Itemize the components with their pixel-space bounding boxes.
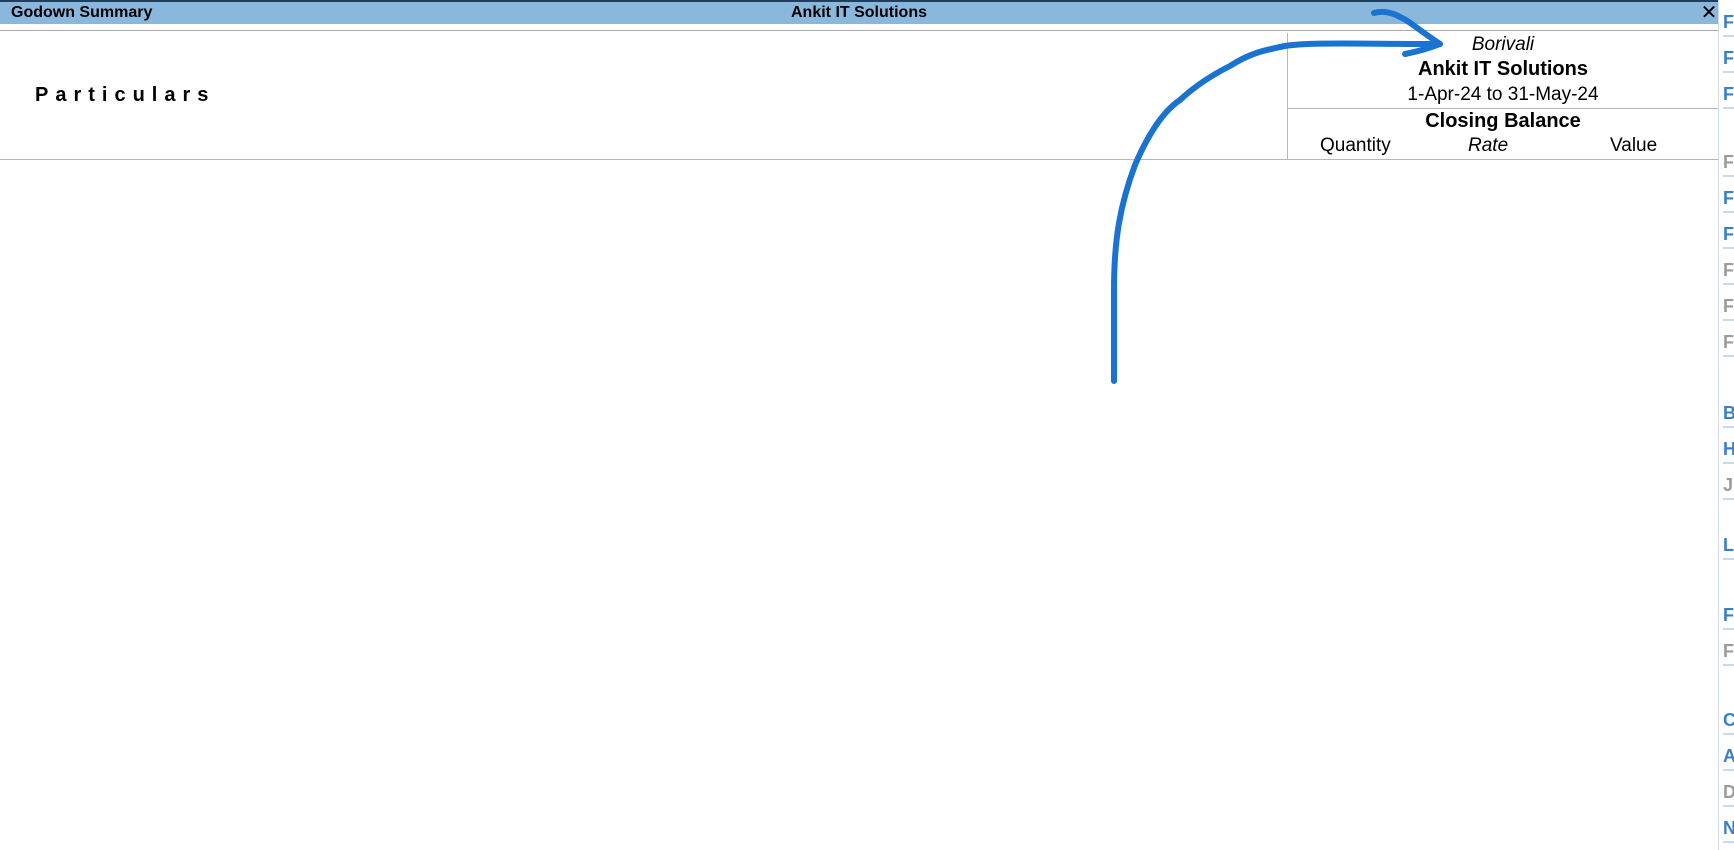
button-bar-item[interactable]: F	[1723, 79, 1734, 109]
value-column-header: Value	[1610, 135, 1658, 156]
button-bar-item[interactable]: F	[1723, 147, 1734, 177]
button-bar-item[interactable]: F	[1723, 291, 1734, 321]
button-bar-item[interactable]: F	[1723, 43, 1734, 73]
closing-balance-header: Closing Balance	[1425, 110, 1581, 132]
title-divider	[0, 30, 1718, 31]
button-bar-item[interactable]: C	[1723, 705, 1734, 735]
title-bar: Godown Summary Ankit IT Solutions ✕	[0, 0, 1718, 24]
company-name: Ankit IT Solutions	[1418, 58, 1588, 80]
button-bar-item[interactable]: F	[1723, 219, 1734, 249]
particulars-header: Particulars	[35, 84, 216, 106]
button-bar-item[interactable]: F	[1723, 7, 1734, 37]
button-bar-item[interactable]: A	[1723, 741, 1734, 771]
button-bar-item[interactable]: F	[1723, 327, 1734, 357]
report-period: 1-Apr-24 to 31-May-24	[1407, 84, 1599, 105]
close-icon[interactable]: ✕	[1700, 3, 1718, 24]
tally-godown-summary-screen: Godown Summary Ankit IT Solutions ✕ Part…	[0, 0, 1734, 850]
header-bottom-divider	[0, 159, 1718, 160]
button-bar-item[interactable]: F	[1723, 183, 1734, 213]
godown-name[interactable]: Borivali	[1288, 34, 1718, 56]
button-bar-item[interactable]: F	[1723, 600, 1734, 630]
button-bar-item[interactable]: B	[1723, 398, 1734, 428]
quantity-column-header: Quantity	[1320, 135, 1391, 156]
button-bar-item[interactable]: D	[1723, 777, 1734, 807]
button-bar: F F F F F F F F F B H J L F F C A D N	[1718, 0, 1734, 850]
rate-column-header: Rate	[1468, 135, 1509, 156]
button-bar-item[interactable]: H	[1723, 434, 1734, 464]
button-bar-item[interactable]: L	[1723, 530, 1734, 560]
company-title: Ankit IT Solutions	[791, 4, 927, 21]
header-divider	[1288, 108, 1718, 109]
button-bar-item[interactable]: F	[1723, 255, 1734, 285]
button-bar-item[interactable]: N	[1723, 813, 1734, 843]
button-bar-item[interactable]: J	[1723, 470, 1734, 500]
button-bar-item[interactable]: F	[1723, 636, 1734, 666]
